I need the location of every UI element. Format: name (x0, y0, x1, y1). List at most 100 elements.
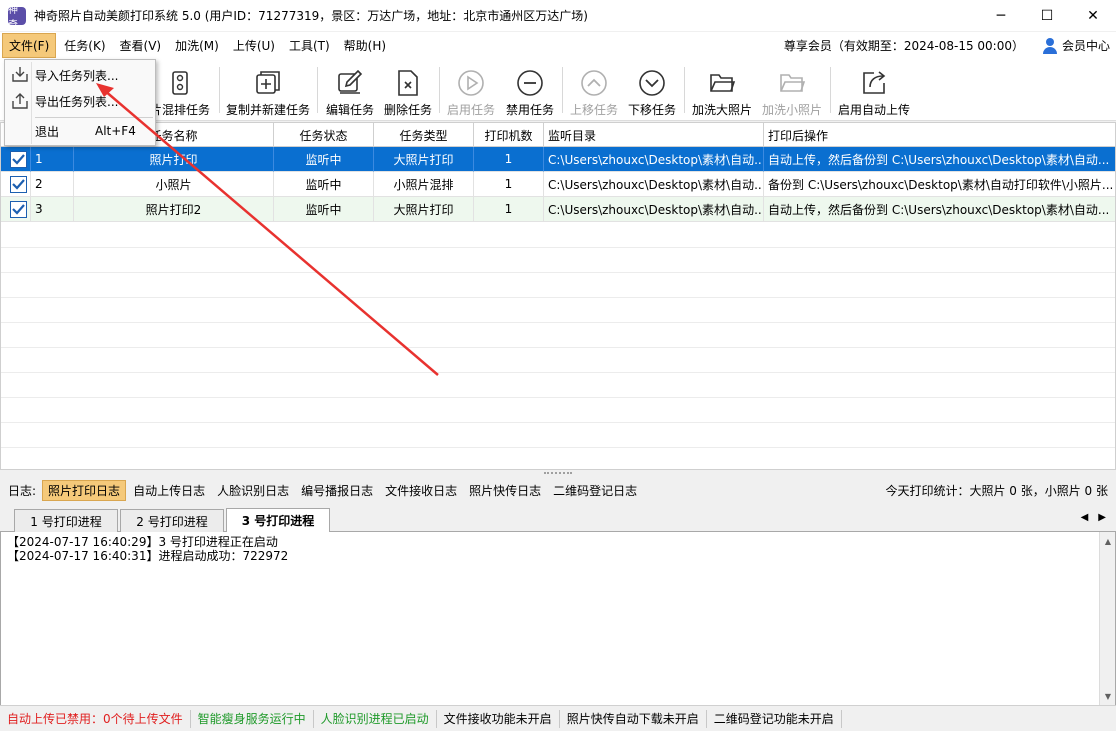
log-tab-receive[interactable]: 文件接收日志 (380, 480, 462, 501)
col-task-type[interactable]: 任务类型 (374, 123, 474, 147)
toolbar-label: 复制并新建任务 (226, 103, 311, 117)
tab-scroll-right-icon[interactable]: ▶ (1098, 512, 1106, 523)
col-watch-dir[interactable]: 监听目录 (544, 123, 764, 147)
log-tab-fastsend[interactable]: 照片快传日志 (464, 480, 546, 501)
grid-photo-icon (166, 69, 194, 97)
row-check-cell[interactable] (1, 172, 31, 197)
menu-exit-shortcut: Alt+F4 (95, 124, 136, 138)
status-qrcode: 二维码登记功能未开启 (707, 709, 842, 728)
tab-process-3[interactable]: 3 号打印进程 (226, 508, 330, 532)
menu-task[interactable]: 任务(K) (58, 33, 111, 58)
row-num: 3 (31, 197, 74, 222)
menu-tools[interactable]: 工具(T) (283, 33, 336, 58)
tab-process-1[interactable]: 1 号打印进程 (14, 509, 118, 532)
toolbar-label: 片混排任务 (150, 103, 211, 117)
tab-process-2[interactable]: 2 号打印进程 (120, 509, 224, 532)
copy-add-icon (254, 69, 282, 97)
edit-icon (336, 69, 364, 97)
minus-circle-icon (516, 69, 544, 97)
maximize-button[interactable]: ☐ (1024, 0, 1070, 32)
log-tab-print[interactable]: 照片打印日志 (42, 480, 127, 501)
menu-exit[interactable]: 退出 (35, 118, 59, 144)
menu-export-task-list[interactable]: 导出任务列表... (35, 88, 118, 114)
user-icon (1042, 37, 1058, 54)
table-row[interactable]: 2 小照片 监听中 小照片混排 1 C:\Users\zhouxc\Deskto… (1, 172, 1115, 197)
tab-scroll-left-icon[interactable]: ◀ (1081, 512, 1089, 523)
menu-help[interactable]: 帮助(H) (338, 33, 392, 58)
grid-line (1, 397, 1115, 398)
row-type: 大照片打印 (374, 147, 474, 172)
toolbar: 片混排任务 复制并新建任务 编辑任务 删除任务 启用任务 禁用任务 上移任务 下… (0, 59, 1116, 121)
task-grid: 任务名称 任务状态 任务类型 打印机数 监听目录 打印后操作 1 照片打印 监听… (0, 122, 1116, 470)
menu-reprint[interactable]: 加洗(M) (169, 33, 225, 58)
splitter-grip[interactable] (544, 472, 572, 474)
row-check-cell[interactable] (1, 197, 31, 222)
checkbox-checked[interactable] (10, 200, 27, 218)
splitter[interactable] (0, 470, 1116, 476)
row-num: 1 (31, 147, 74, 172)
toolbar-disable-task-button[interactable]: 禁用任务 (506, 63, 554, 117)
row-status: 监听中 (274, 172, 374, 197)
toolbar-label: 启用自动上传 (838, 103, 911, 117)
folder-open-icon (778, 69, 806, 97)
process-tabs: 1 号打印进程 2 号打印进程 3 号打印进程 ◀ ▶ (0, 506, 1116, 532)
toolbar-move-down-button[interactable]: 下移任务 (628, 63, 676, 117)
membership-text: 尊享会员（有效期至：2024-08-15 00:00） (783, 39, 1024, 53)
row-printers: 1 (474, 172, 544, 197)
col-printer-count[interactable]: 打印机数 (474, 123, 544, 147)
scroll-up-icon[interactable]: ▲ (1100, 534, 1116, 548)
menu-upload[interactable]: 上传(U) (227, 33, 281, 58)
log-label: 日志: (8, 484, 37, 498)
menu-import-task-list[interactable]: 导入任务列表... (35, 62, 118, 88)
toolbar-move-up-button[interactable]: 上移任务 (570, 63, 618, 117)
toolbar-label: 下移任务 (628, 103, 677, 117)
export-icon (10, 91, 30, 111)
checkbox-checked[interactable] (10, 175, 27, 193)
row-after: 自动上传，然后备份到 C:\Users\zhouxc\Desktop\素材\自动… (764, 197, 1115, 222)
toolbar-reprint-large-button[interactable]: 加洗大照片 (692, 63, 752, 117)
menu-view[interactable]: 查看(V) (114, 33, 168, 58)
toolbar-reprint-small-button[interactable]: 加洗小照片 (762, 63, 822, 117)
toolbar-edit-button[interactable]: 编辑任务 (326, 63, 374, 117)
grid-line (1, 272, 1115, 273)
table-row[interactable]: 3 照片打印2 监听中 大照片打印 1 C:\Users\zhouxc\Desk… (1, 197, 1115, 222)
toolbar-separator (439, 67, 440, 113)
log-tab-broadcast[interactable]: 编号播报日志 (296, 480, 378, 501)
member-center-link[interactable]: 会员中心 (1042, 37, 1110, 54)
title-bar: 神奇 神奇照片自动美颜打印系统 5.0 (用户ID：71277319，景区：万达… (0, 0, 1116, 32)
log-tab-face[interactable]: 人脸识别日志 (212, 480, 294, 501)
col-after-print[interactable]: 打印后操作 (764, 123, 1115, 147)
grid-line (1, 422, 1115, 423)
table-row[interactable]: 1 照片打印 监听中 大照片打印 1 C:\Users\zhouxc\Deskt… (1, 147, 1115, 172)
minimize-button[interactable]: ─ (978, 0, 1024, 32)
status-face-recognition: 人脸识别进程已启动 (314, 709, 437, 728)
row-dir: C:\Users\zhouxc\Desktop\素材\自动... (544, 147, 764, 172)
toolbar-copy-new-button[interactable]: 复制并新建任务 (226, 63, 310, 117)
toolbar-delete-button[interactable]: 删除任务 (384, 63, 432, 117)
status-file-receive: 文件接收功能未开启 (437, 709, 560, 728)
app-icon: 神奇 (8, 5, 26, 31)
log-text-area[interactable]: 【2024-07-17 16:40:29】3 号打印进程正在启动 【2024-0… (0, 532, 1116, 705)
toolbar-label: 上移任务 (570, 103, 619, 117)
log-line: 【2024-07-17 16:40:31】进程启动成功：722972 (7, 549, 289, 563)
toolbar-label: 启用任务 (447, 103, 496, 117)
row-after: 自动上传，然后备份到 C:\Users\zhouxc\Desktop\素材\自动… (764, 147, 1115, 172)
close-button[interactable]: ✕ (1070, 0, 1116, 32)
row-num: 2 (31, 172, 74, 197)
vertical-scrollbar[interactable]: ▲ ▼ (1099, 532, 1115, 705)
row-status: 监听中 (274, 197, 374, 222)
row-dir: C:\Users\zhouxc\Desktop\素材\自动... (544, 172, 764, 197)
toolbar-enable-task-button[interactable]: 启用任务 (447, 63, 495, 117)
grid-line (1, 372, 1115, 373)
log-tab-qrcode[interactable]: 二维码登记日志 (548, 480, 642, 501)
checkbox-checked[interactable] (10, 150, 27, 168)
log-tab-upload[interactable]: 自动上传日志 (128, 480, 210, 501)
tab-scroll-arrows: ◀ ▶ (1081, 512, 1106, 523)
row-name: 照片打印 (74, 147, 274, 172)
row-check-cell[interactable] (1, 147, 31, 172)
scroll-down-icon[interactable]: ▼ (1100, 689, 1116, 703)
menu-file[interactable]: 文件(F) (2, 33, 57, 58)
toolbar-auto-upload-button[interactable]: 启用自动上传 (838, 63, 910, 117)
toolbar-mix-task-button[interactable]: 片混排任务 (150, 63, 210, 117)
col-task-status[interactable]: 任务状态 (274, 123, 374, 147)
